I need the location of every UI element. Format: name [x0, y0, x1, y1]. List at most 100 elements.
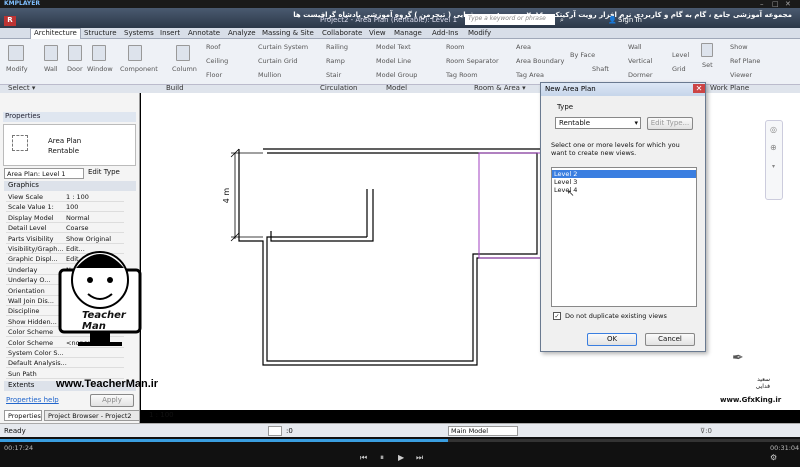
- modify-button[interactable]: Modify: [6, 65, 28, 73]
- tab-analyze[interactable]: Analyze: [228, 29, 256, 37]
- component-icon[interactable]: [128, 45, 142, 61]
- steering-wheel-icon[interactable]: ◎: [770, 125, 777, 134]
- tab-massing[interactable]: Massing & Site: [262, 29, 314, 37]
- room-button[interactable]: Room: [446, 43, 465, 51]
- cancel-button[interactable]: Cancel: [645, 333, 695, 346]
- tab-properties[interactable]: Properties: [4, 410, 42, 421]
- pause-icon[interactable]: ⏸: [380, 453, 384, 463]
- settings-icon[interactable]: ⚙: [770, 453, 777, 462]
- vertical-opening-button[interactable]: Vertical: [628, 57, 652, 65]
- worksets-icon[interactable]: [268, 426, 282, 436]
- level-button[interactable]: Level: [672, 51, 689, 59]
- navigation-bar[interactable]: ◎ ⊕ ▾: [765, 120, 783, 200]
- component-button[interactable]: Component: [120, 65, 158, 73]
- model-group-button[interactable]: Model Group: [376, 71, 417, 79]
- search-input[interactable]: Type a keyword or phrase: [465, 14, 555, 25]
- property-value[interactable]: 100: [66, 203, 78, 211]
- viewer-button[interactable]: Viewer: [730, 71, 752, 79]
- property-value[interactable]: Normal: [66, 214, 90, 222]
- model-text-button[interactable]: Model Text: [376, 43, 411, 51]
- tab-addins[interactable]: Add-Ins: [432, 29, 458, 37]
- dialog-close-icon[interactable]: ✕: [693, 84, 705, 93]
- door-icon[interactable]: [68, 45, 82, 61]
- floor-button[interactable]: Floor: [206, 71, 222, 79]
- inner-wall[interactable]: [266, 152, 538, 362]
- by-face-button[interactable]: By Face: [570, 51, 595, 59]
- property-row[interactable]: Scale Value 1: 100: [6, 202, 124, 213]
- model-line-button[interactable]: Model Line: [376, 57, 411, 65]
- door-button[interactable]: Door: [67, 65, 83, 73]
- window-button[interactable]: Window: [87, 65, 113, 73]
- column-button[interactable]: Column: [172, 65, 197, 73]
- tag-area-button[interactable]: Tag Area: [516, 71, 544, 79]
- tab-systems[interactable]: Systems: [124, 29, 154, 37]
- area-boundary-button[interactable]: Area Boundary: [516, 57, 564, 65]
- apply-button[interactable]: Apply: [90, 394, 134, 407]
- outer-wall[interactable]: [238, 148, 542, 366]
- sign-in-button[interactable]: Sign In: [618, 16, 642, 24]
- next-icon[interactable]: ⏭: [416, 453, 423, 463]
- set-workplane-icon[interactable]: [701, 43, 713, 57]
- window-icon[interactable]: [92, 45, 106, 61]
- railing-button[interactable]: Railing: [326, 43, 348, 51]
- column-icon[interactable]: [176, 45, 190, 61]
- roof-button[interactable]: Roof: [206, 43, 220, 51]
- curtain-system-button[interactable]: Curtain System: [258, 43, 308, 51]
- model-dropdown[interactable]: Main Model: [448, 426, 518, 436]
- dormer-button[interactable]: Dormer: [628, 71, 653, 79]
- instance-dropdown[interactable]: Area Plan: Level 1: [4, 168, 84, 179]
- tab-project-browser[interactable]: Project Browser - Project2: [44, 410, 140, 421]
- maximize-icon[interactable]: □: [772, 0, 779, 8]
- property-row[interactable]: Detail Level Coarse: [6, 223, 124, 234]
- user-icon[interactable]: 👤: [608, 16, 617, 24]
- chevron-down-icon[interactable]: ▾: [772, 163, 775, 170]
- minimize-icon[interactable]: –: [760, 0, 764, 8]
- type-selector[interactable]: Area Plan Rentable: [3, 124, 136, 166]
- shaft-button[interactable]: Shaft: [592, 65, 609, 73]
- tab-structure[interactable]: Structure: [84, 29, 117, 37]
- play-icon[interactable]: ▶: [398, 453, 404, 462]
- close-icon[interactable]: ✕: [785, 0, 791, 8]
- tab-modify[interactable]: Modify: [468, 29, 491, 37]
- edit-type-button[interactable]: Edit Type: [88, 168, 120, 176]
- ok-button[interactable]: OK: [587, 333, 637, 346]
- property-row[interactable]: Display Model Normal: [6, 213, 124, 223]
- dimension-label[interactable]: 4 m: [222, 188, 231, 203]
- ceiling-button[interactable]: Ceiling: [206, 57, 228, 65]
- list-item[interactable]: Level 3: [552, 178, 696, 186]
- wall-icon[interactable]: [44, 45, 58, 61]
- duplicate-checkbox[interactable]: ✓: [553, 312, 561, 320]
- list-item[interactable]: Level 2: [552, 170, 696, 178]
- panel-select[interactable]: Select ▾: [8, 84, 35, 92]
- property-value[interactable]: 1 : 100: [66, 193, 89, 201]
- panel-room-area[interactable]: Room & Area ▾: [474, 84, 526, 92]
- seek-bar[interactable]: [0, 439, 800, 442]
- tab-architecture[interactable]: Architecture: [30, 28, 81, 39]
- tab-manage[interactable]: Manage: [394, 29, 422, 37]
- property-value[interactable]: Coarse: [66, 224, 89, 232]
- zoom-icon[interactable]: ⊕: [770, 143, 777, 152]
- ramp-button[interactable]: Ramp: [326, 57, 345, 65]
- grid-button[interactable]: Grid: [672, 65, 686, 73]
- mullion-button[interactable]: Mullion: [258, 71, 281, 79]
- tag-room-button[interactable]: Tag Room: [446, 71, 478, 79]
- graphics-section[interactable]: Graphics: [4, 181, 136, 191]
- tab-insert[interactable]: Insert: [160, 29, 180, 37]
- area-boundary[interactable]: [478, 152, 542, 259]
- properties-help-link[interactable]: Properties help: [6, 396, 59, 404]
- previous-icon[interactable]: ⏮: [360, 453, 367, 463]
- curtain-grid-button[interactable]: Curtain Grid: [258, 57, 298, 65]
- modify-arrow-icon[interactable]: [8, 45, 24, 61]
- show-button[interactable]: Show: [730, 43, 748, 51]
- area-button[interactable]: Area: [516, 43, 531, 51]
- room-separator-button[interactable]: Room Separator: [446, 57, 499, 65]
- wall-opening-button[interactable]: Wall: [628, 43, 642, 51]
- ref-plane-button[interactable]: Ref Plane: [730, 57, 760, 65]
- view-scale-label[interactable]: 1 : 100: [149, 411, 174, 419]
- filter-icon[interactable]: ⊽:0: [700, 427, 712, 435]
- partition-wall[interactable]: [270, 189, 374, 242]
- set-button[interactable]: Set: [702, 61, 713, 69]
- search-icon[interactable]: ⌕: [560, 16, 564, 25]
- property-row[interactable]: View Scale 1 : 100: [6, 192, 124, 202]
- revit-logo-icon[interactable]: R: [4, 16, 16, 26]
